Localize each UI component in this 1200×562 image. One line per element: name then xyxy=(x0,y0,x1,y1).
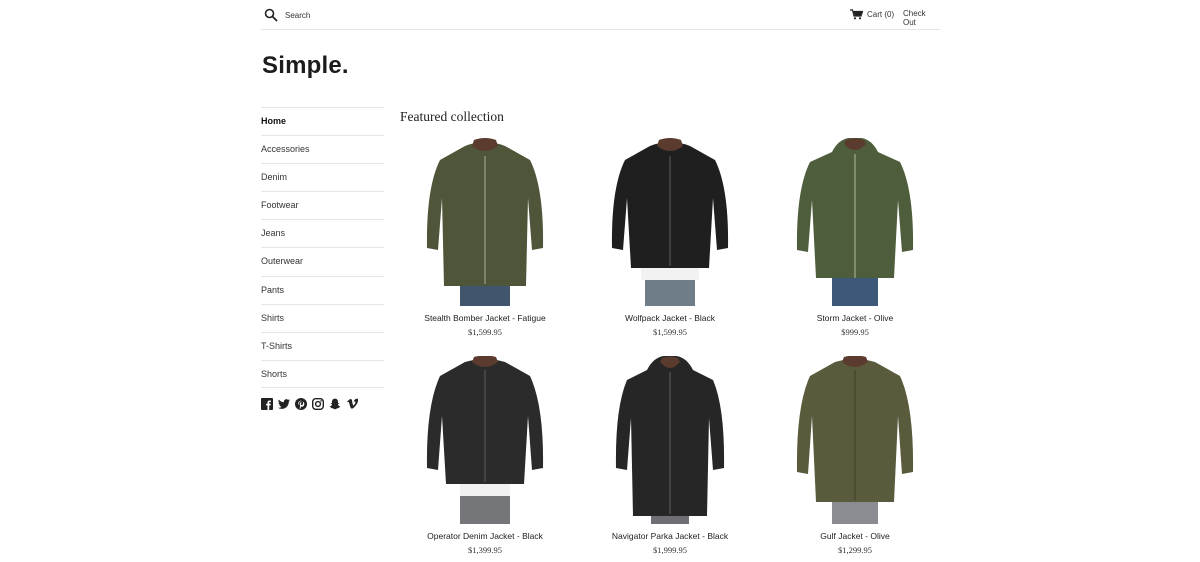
snapchat-icon[interactable] xyxy=(329,398,341,410)
product-name[interactable]: Operator Denim Jacket - Black xyxy=(400,531,570,541)
product-card[interactable]: Wolfpack Jacket - Black $1,599.95 xyxy=(585,138,755,337)
product-card[interactable]: Storm Jacket - Olive $999.95 xyxy=(770,138,940,337)
facebook-icon[interactable] xyxy=(261,398,273,410)
sidebar-item-pants[interactable]: Pants xyxy=(261,275,384,304)
product-image[interactable] xyxy=(420,356,550,524)
product-image[interactable] xyxy=(790,138,920,306)
instagram-icon[interactable] xyxy=(312,398,324,410)
search-input[interactable] xyxy=(285,7,485,23)
product-name[interactable]: Storm Jacket - Olive xyxy=(770,313,940,323)
sidebar-item-accessories[interactable]: Accessories xyxy=(261,135,384,163)
product-card[interactable]: Stealth Bomber Jacket - Fatigue $1,599.9… xyxy=(400,138,570,337)
sidebar-item-shirts[interactable]: Shirts xyxy=(261,303,384,332)
product-image[interactable] xyxy=(605,356,735,524)
product-card[interactable]: Navigator Parka Jacket - Black $1,999.95 xyxy=(585,356,755,555)
sidebar-item-denim[interactable]: Denim xyxy=(261,163,384,191)
sidebar-item-home[interactable]: Home xyxy=(261,107,384,135)
product-price: $1,999.95 xyxy=(653,545,687,555)
product-card[interactable]: Operator Denim Jacket - Black $1,399.95 xyxy=(400,356,570,555)
cart-link[interactable]: Cart (0) xyxy=(850,9,894,20)
search-icon[interactable] xyxy=(264,8,278,22)
product-name[interactable]: Wolfpack Jacket - Black xyxy=(585,313,755,323)
product-name[interactable]: Navigator Parka Jacket - Black xyxy=(585,531,755,541)
checkout-link[interactable]: Check Out xyxy=(903,9,940,27)
sidebar-item-jeans[interactable]: Jeans xyxy=(261,219,384,247)
product-image[interactable] xyxy=(605,138,735,306)
product-card[interactable]: Gulf Jacket - Olive $1,299.95 xyxy=(770,356,940,555)
sidebar-item-footwear[interactable]: Footwear xyxy=(261,191,384,219)
product-name[interactable]: Gulf Jacket - Olive xyxy=(770,531,940,541)
pinterest-icon[interactable] xyxy=(295,398,307,410)
top-bar: Cart (0) Check Out xyxy=(261,0,940,30)
cart-icon xyxy=(850,9,863,20)
social-links xyxy=(261,398,358,410)
twitter-icon[interactable] xyxy=(278,398,290,410)
product-image[interactable] xyxy=(420,138,550,306)
sidebar-item-outerwear[interactable]: Outerwear xyxy=(261,247,384,275)
sidebar-item-t-shirts[interactable]: T-Shirts xyxy=(261,331,384,360)
product-price: $1,599.95 xyxy=(653,327,687,337)
product-price: $1,399.95 xyxy=(468,545,502,555)
sidebar-item-shorts[interactable]: Shorts xyxy=(261,359,384,388)
product-price: $999.95 xyxy=(841,327,869,337)
product-name[interactable]: Stealth Bomber Jacket - Fatigue xyxy=(400,313,570,323)
vimeo-icon[interactable] xyxy=(346,398,358,410)
product-price: $1,599.95 xyxy=(468,327,502,337)
sidebar-nav: Home Accessories Denim Footwear Jeans Ou… xyxy=(261,107,384,388)
product-image[interactable] xyxy=(790,356,920,524)
product-price: $1,299.95 xyxy=(838,545,872,555)
section-title: Featured collection xyxy=(400,109,504,124)
cart-label: Cart (0) xyxy=(867,10,895,19)
site-logo[interactable]: Simple. xyxy=(262,52,349,80)
